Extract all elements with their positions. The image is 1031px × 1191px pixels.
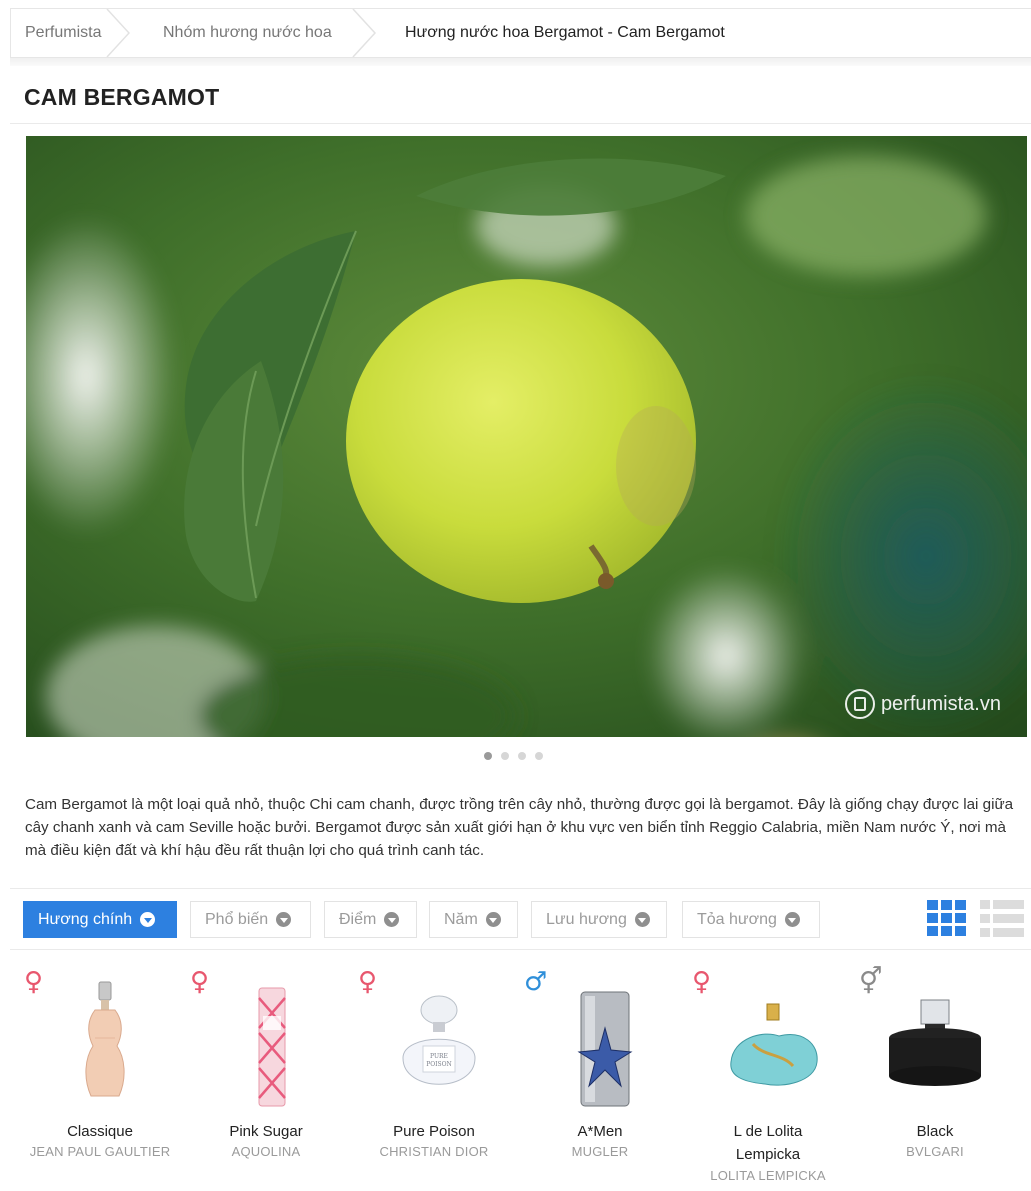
breadcrumb-item-group[interactable]: Nhóm hương nước hoa [131, 9, 377, 57]
filter-year[interactable]: Năm [429, 901, 518, 938]
breadcrumb-separator-icon [352, 9, 376, 57]
product-brand[interactable]: CHRISTIAN DIOR [344, 1144, 524, 1159]
carousel-indicators [484, 752, 543, 760]
perfume-bottle-image [889, 999, 981, 1086]
perfume-bottle-image [258, 987, 286, 1107]
filter-main-notes[interactable]: Hương chính [23, 901, 177, 938]
title-section: CAM BERGAMOT [10, 68, 1031, 124]
product-card[interactable]: ♀ L de Lolita Lempicka LOLITA LEMPICKA [678, 960, 858, 1191]
breadcrumb-current: Hương nước hoa Bergamot - Cam Bergamot [377, 9, 725, 57]
description-text: Cam Bergamot là một loại quả nhỏ, thuộc … [25, 796, 1014, 859]
breadcrumb-separator-icon [106, 9, 130, 57]
filter-longevity[interactable]: Lưu hương [531, 901, 667, 938]
breadcrumb-label[interactable]: Nhóm hương nước hoa [163, 24, 332, 42]
chevron-down-icon [634, 912, 650, 927]
product-name[interactable]: Pure Poison [344, 1120, 524, 1143]
product-name[interactable]: Pink Sugar [176, 1120, 356, 1143]
male-icon: ♂ [524, 967, 548, 997]
filter-bar: Hương chính Phổ biến Điểm Năm Lưu hương … [10, 888, 1031, 950]
filter-label: Tỏa hương [697, 910, 777, 928]
filter-sillage[interactable]: Tỏa hương [682, 901, 820, 938]
perfume-bottle-image: PURE POISON [402, 995, 476, 1085]
carousel-dot[interactable] [535, 752, 543, 760]
female-icon: ♀ [190, 967, 210, 997]
perfumista-logo-icon [844, 689, 875, 719]
chevron-down-icon [384, 912, 400, 927]
product-card[interactable]: ♀ PURE POISON Pure Poison CHRISTIAN DIOR [344, 960, 524, 1191]
female-icon: ♀ [24, 967, 44, 997]
chevron-down-icon [276, 912, 292, 927]
watermark: perfumista.vn [844, 689, 1001, 719]
chevron-down-icon [485, 912, 501, 927]
female-icon: ♀ [358, 967, 378, 997]
filter-label: Năm [444, 910, 478, 928]
product-card[interactable]: ♀ Pink Sugar AQUOLINA [176, 960, 356, 1191]
product-grid: ♀ Classique JEAN PAUL GAULTIER ♀ Pink Su… [10, 960, 1031, 1191]
filter-label: Phổ biến [205, 910, 269, 928]
filter-label: Hương chính [38, 910, 133, 928]
filter-score[interactable]: Điểm [324, 901, 417, 938]
product-brand[interactable]: JEAN PAUL GAULTIER [10, 1144, 190, 1159]
product-name[interactable]: L de Lolita Lempicka [703, 1120, 833, 1166]
product-name[interactable]: Classique [10, 1120, 190, 1143]
product-card[interactable]: ♂ A*Men MUGLER [510, 960, 690, 1191]
product-brand[interactable]: MUGLER [510, 1144, 690, 1159]
perfume-bottle-image [577, 991, 633, 1107]
filter-label: Lưu hương [546, 910, 627, 928]
product-card[interactable]: ⚥ Black BVLGARI [845, 960, 1025, 1191]
carousel-dot[interactable] [518, 752, 526, 760]
product-name[interactable]: Black [845, 1120, 1025, 1143]
perfume-bottle-image [730, 1003, 818, 1086]
carousel-dot[interactable] [501, 752, 509, 760]
breadcrumb-current-label: Hương nước hoa Bergamot - Cam Bergamot [405, 24, 725, 41]
product-card[interactable]: ♀ Classique JEAN PAUL GAULTIER [10, 960, 190, 1191]
product-name[interactable]: A*Men [510, 1120, 690, 1143]
product-brand[interactable]: LOLITA LEMPICKA [678, 1168, 858, 1183]
list-view-icon[interactable] [980, 900, 1024, 938]
filter-popular[interactable]: Phổ biến [190, 901, 311, 938]
breadcrumb-label[interactable]: Perfumista [25, 24, 101, 42]
svg-text:PURE: PURE [430, 1053, 448, 1060]
grid-view-icon[interactable] [927, 900, 967, 938]
svg-text:POISON: POISON [426, 1061, 452, 1068]
breadcrumb: Perfumista Nhóm hương nước hoa Hương nướ… [10, 8, 1031, 58]
hero-image[interactable]: perfumista.vn [26, 136, 1027, 737]
perfume-bottle-image [85, 981, 125, 1097]
product-brand[interactable]: BVLGARI [845, 1144, 1025, 1159]
chevron-down-icon [784, 912, 800, 927]
watermark-text: perfumista.vn [880, 692, 1001, 715]
bergamot-fruit-image [26, 136, 1027, 737]
filter-label: Điểm [339, 910, 377, 928]
product-brand[interactable]: AQUOLINA [176, 1144, 356, 1159]
carousel-dot[interactable] [484, 752, 492, 760]
breadcrumb-shadow [10, 58, 1031, 66]
page-title: CAM BERGAMOT [24, 84, 220, 110]
breadcrumb-item-home[interactable]: Perfumista [11, 9, 131, 57]
chevron-down-icon [140, 912, 156, 927]
